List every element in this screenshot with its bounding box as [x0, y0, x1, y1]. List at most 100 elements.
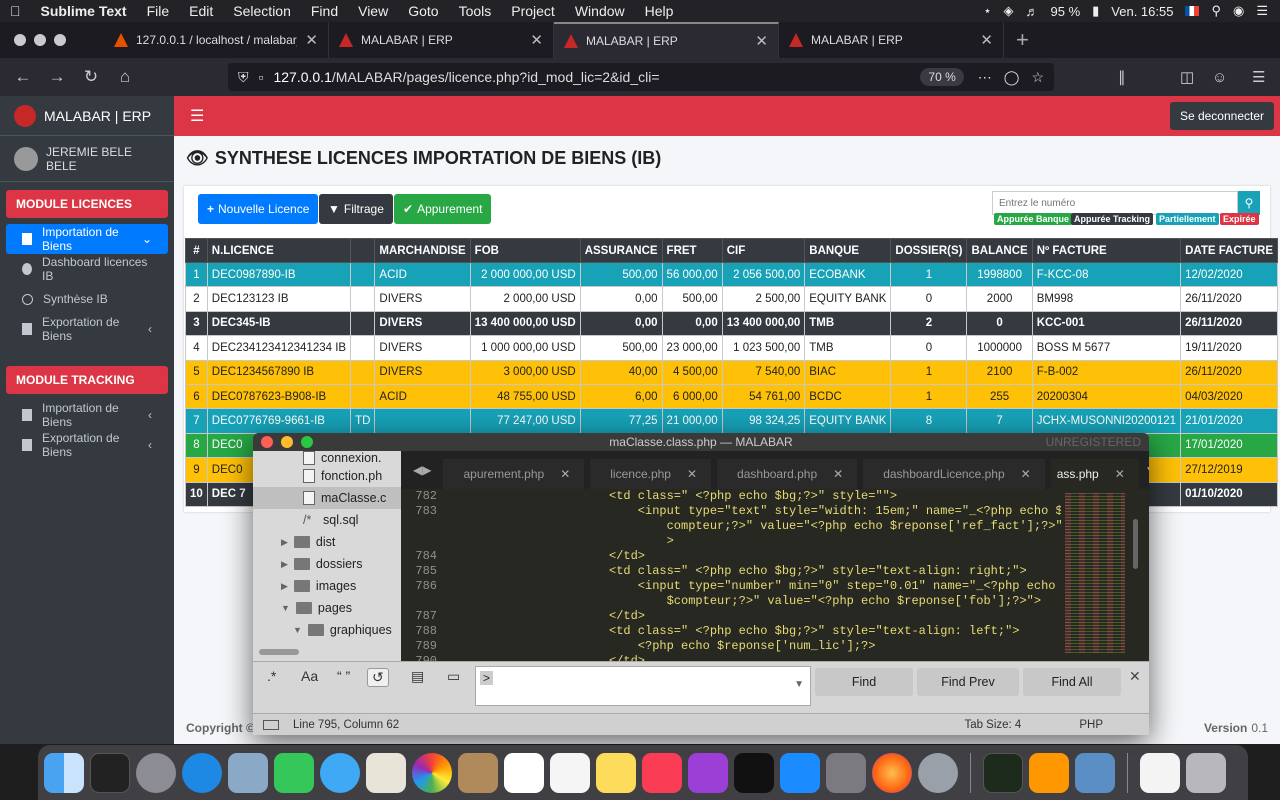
- table-row[interactable]: 5 DEC1234567890 IB DIVERS 3 000,00 USD 40,00…: [185, 359, 1279, 385]
- code-line[interactable]: 788 <td class=" <?php echo $bg;?>" style=…: [401, 624, 1061, 639]
- browser-tab-phpmyadmin[interactable]: 127.0.0.1 / localhost / malabar_d ✕: [104, 22, 329, 58]
- disclosure-down-icon[interactable]: ▼: [281, 603, 290, 613]
- trash-icon[interactable]: [1186, 752, 1226, 793]
- firefox-icon[interactable]: [872, 752, 912, 793]
- table-row[interactable]: 7 DEC0776769-9661-IB TD 77 247,00 USD 77,25 2…: [185, 408, 1279, 434]
- brand[interactable]: MALABAR | ERP: [0, 96, 174, 136]
- app-menu-icon[interactable]: ☰: [1252, 68, 1265, 86]
- editor-tab-apurement[interactable]: apurement.php ✕: [443, 459, 585, 489]
- flag-icon[interactable]: [1185, 6, 1200, 16]
- code-line[interactable]: 786 <input type="number" min="0" step="0…: [401, 579, 1061, 594]
- sidebar-item-tracking-importation[interactable]: Importation de Biens ‹: [6, 400, 168, 430]
- close-tab-icon[interactable]: ✕: [687, 467, 697, 481]
- browser-tab-malabar-active[interactable]: MALABAR | ERP ✕: [554, 22, 779, 58]
- close-tab-icon[interactable]: ✕: [305, 31, 318, 49]
- pocket-icon[interactable]: ◯: [1004, 69, 1020, 86]
- music-icon[interactable]: [642, 752, 682, 793]
- table-row[interactable]: 1 DEC0987890-IB ACID 2 000 000,00 USD 500,00…: [185, 261, 1279, 288]
- new-tab-icon[interactable]: +: [1004, 22, 1041, 58]
- disclosure-right-icon[interactable]: ▶: [281, 581, 288, 592]
- close-tab-icon[interactable]: ✕: [1021, 467, 1031, 481]
- system-preferences-icon[interactable]: [826, 752, 866, 793]
- battery-icon[interactable]: ▮: [1092, 3, 1099, 19]
- tab-dropdown-icon[interactable]: ▼: [1145, 463, 1149, 477]
- close-tab-icon[interactable]: ✕: [980, 31, 993, 49]
- safari-icon[interactable]: [182, 752, 222, 793]
- terminal-icon[interactable]: [90, 752, 130, 793]
- podcasts-icon[interactable]: [688, 752, 728, 793]
- user-panel[interactable]: JEREMIE BELE BELE: [0, 136, 174, 182]
- logout-button[interactable]: Se deconnecter: [1169, 102, 1274, 130]
- xls-document-icon[interactable]: [1140, 752, 1180, 793]
- find-prev-button[interactable]: Find Prev: [917, 668, 1019, 696]
- sidebar-item-exportation-biens[interactable]: Exportation de Biens ‹: [6, 314, 168, 344]
- browser-tab-malabar-3[interactable]: MALABAR | ERP ✕: [779, 22, 1004, 58]
- bookmark-star-icon[interactable]: ☆: [1031, 69, 1044, 86]
- menu-project[interactable]: Project: [501, 3, 565, 19]
- tab-nav-arrows-icon[interactable]: ◀▶: [401, 463, 443, 477]
- panel-toggle-icon[interactable]: [263, 719, 279, 730]
- editor-tab-maclasse[interactable]: ass.php ✕: [1050, 459, 1139, 489]
- in-selection-toggle-icon[interactable]: ▤: [411, 668, 424, 685]
- code-line[interactable]: compteur;?>" value="<?php echo $reponse[…: [401, 519, 1061, 534]
- appurement-button[interactable]: ✔ Appurement: [394, 194, 492, 224]
- launchpad-icon[interactable]: [136, 752, 176, 793]
- syntax-mode[interactable]: PHP: [1079, 719, 1103, 731]
- close-tab-icon[interactable]: ✕: [833, 467, 843, 481]
- editor-scrollbar[interactable]: [1133, 519, 1138, 569]
- menu-tools[interactable]: Tools: [449, 3, 502, 19]
- settings-gear-icon[interactable]: [918, 752, 958, 793]
- editor-tab-dashboard[interactable]: dashboard.php ✕: [717, 459, 858, 489]
- apple-tv-icon[interactable]: [734, 752, 774, 793]
- sidebar-toggle-icon[interactable]: ◫: [1180, 68, 1194, 86]
- code-line[interactable]: $compteur;?>" value="<?php echo $reponse…: [401, 594, 1061, 609]
- notes-icon[interactable]: [596, 752, 636, 793]
- new-licence-button[interactable]: + Nouvelle Licence: [198, 194, 319, 224]
- file-item[interactable]: connexion.: [253, 451, 401, 465]
- shield-icon[interactable]: ⛨: [238, 69, 249, 86]
- menu-file[interactable]: File: [137, 3, 180, 19]
- file-item[interactable]: /* sql.sql: [253, 509, 401, 531]
- reminders-icon[interactable]: [550, 752, 590, 793]
- find-input[interactable]: > ▼: [475, 666, 811, 706]
- sidebar-item-importation-biens[interactable]: Importation de Biens ⌄: [6, 224, 168, 254]
- search-button[interactable]: ⚲: [1238, 191, 1260, 215]
- zoom-window-button[interactable]: [54, 34, 66, 46]
- minimize-window-button[interactable]: [34, 34, 46, 46]
- code-line[interactable]: 790 </td>: [401, 654, 1061, 661]
- tab-size[interactable]: Tab Size: 4: [964, 719, 1021, 731]
- find-all-button[interactable]: Find All: [1023, 668, 1121, 696]
- wrap-toggle-icon[interactable]: ↺: [367, 668, 389, 687]
- case-sensitive-toggle[interactable]: Aa: [301, 668, 318, 684]
- battery-percent[interactable]: 95 %: [1051, 4, 1081, 19]
- app-store-icon[interactable]: [780, 752, 820, 793]
- table-row[interactable]: 6 DEC0787623-B908-IB ACID 48 755,00 USD 6,00…: [185, 383, 1279, 410]
- hamburger-menu-icon[interactable]: ☰: [174, 106, 220, 126]
- whole-word-toggle[interactable]: “ ”: [337, 668, 350, 684]
- highlight-matches-toggle-icon[interactable]: ▭: [447, 668, 460, 685]
- menu-help[interactable]: Help: [635, 3, 684, 19]
- back-icon[interactable]: ←: [6, 67, 40, 87]
- sublime-text-icon[interactable]: [1029, 752, 1069, 793]
- folder-item[interactable]: ▶ images: [253, 575, 401, 597]
- close-window-button[interactable]: [14, 34, 26, 46]
- apple-icon[interactable]: : [0, 3, 31, 19]
- folder-item[interactable]: ▼ graphiques: [253, 619, 401, 641]
- filter-button[interactable]: ▼ Filtrage: [319, 194, 393, 224]
- table-row[interactable]: 3 DEC345-IB DIVERS 13 400 000,00 USD 0,00 0,0…: [185, 310, 1279, 337]
- photos-icon[interactable]: [412, 752, 452, 793]
- disclosure-down-icon[interactable]: ▼: [293, 625, 302, 635]
- menu-find[interactable]: Find: [301, 3, 348, 19]
- image-capture-icon[interactable]: [1075, 752, 1115, 793]
- disclosure-right-icon[interactable]: ▶: [281, 537, 288, 548]
- file-item[interactable]: fonction.ph: [253, 465, 401, 487]
- activity-monitor-icon[interactable]: [983, 752, 1023, 793]
- menu-view[interactable]: View: [348, 3, 398, 19]
- finder-icon[interactable]: [44, 752, 84, 793]
- folder-item[interactable]: ▶ dist: [253, 531, 401, 553]
- code-line[interactable]: 787 </td>: [401, 609, 1061, 624]
- menu-goto[interactable]: Goto: [398, 3, 448, 19]
- minimap[interactable]: [1061, 489, 1141, 661]
- wifi-icon[interactable]: ◈: [1004, 3, 1014, 19]
- find-history-chevron-icon[interactable]: ▼: [794, 679, 804, 690]
